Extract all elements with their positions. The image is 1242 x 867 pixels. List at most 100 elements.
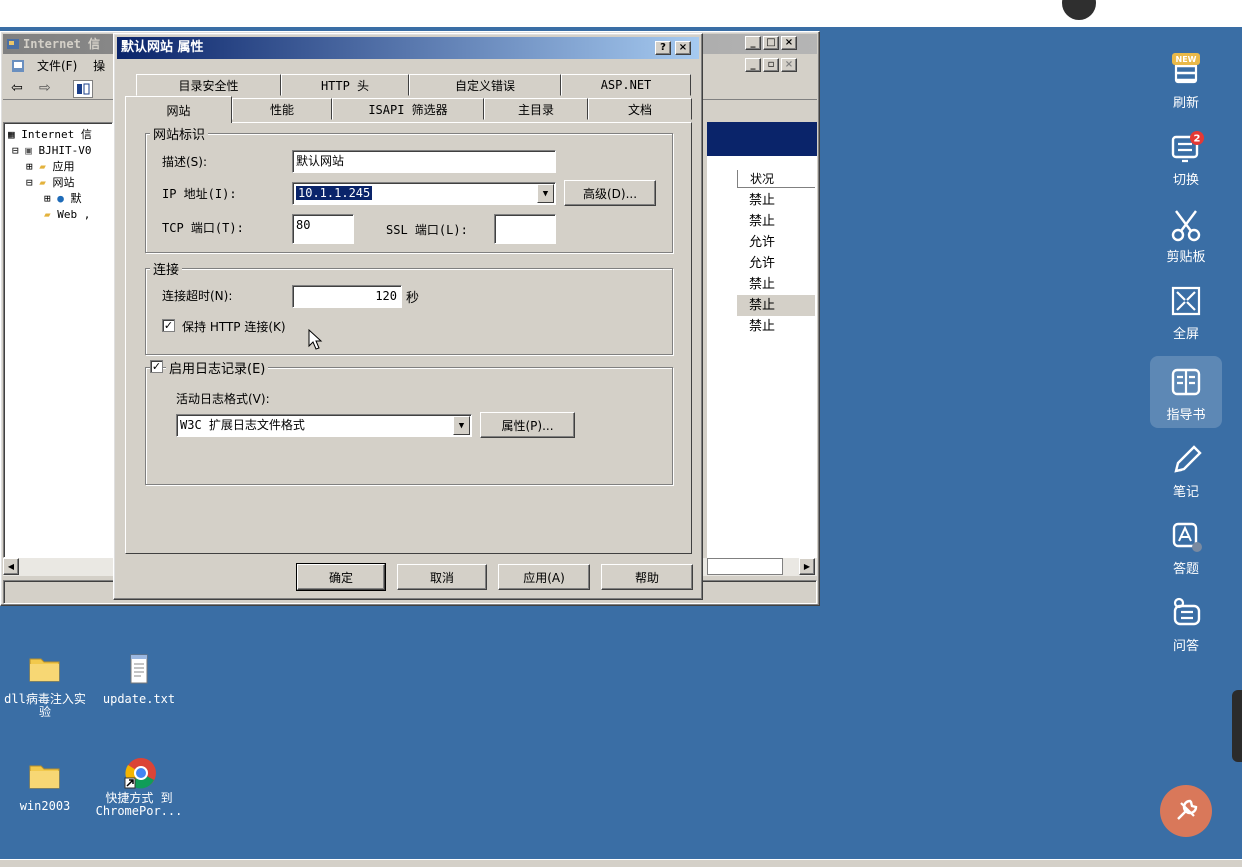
rail-switch[interactable]: 2 切换 [1150, 121, 1222, 193]
iis-close-button[interactable]: × [781, 36, 797, 50]
rail-fullscreen[interactable]: 全屏 [1150, 275, 1222, 347]
desktop-icon-label: update.txt [102, 692, 176, 706]
iis-maximize-button[interactable]: □ [763, 36, 779, 50]
taskbar[interactable] [0, 859, 1242, 867]
scrollbar-track[interactable] [707, 558, 783, 575]
tab-aspnet[interactable]: ASP.NET [561, 74, 691, 96]
rail-qa[interactable]: 问答 [1150, 587, 1222, 659]
ssl-port-input[interactable] [494, 214, 556, 244]
tab-isapi-filters[interactable]: ISAPI 筛选器 [332, 98, 484, 120]
menu-action[interactable]: 操 [93, 59, 105, 73]
timeout-label: 连接超时(N): [162, 289, 233, 303]
tab-website[interactable]: 网站 [125, 96, 232, 123]
dialog-close-button[interactable]: × [675, 41, 691, 55]
status-cell[interactable]: 禁止 [749, 211, 815, 232]
rail-answer[interactable]: 答题 [1150, 510, 1222, 582]
tree-expander-icon[interactable]: ⊟ [12, 144, 19, 157]
log-properties-button[interactable]: 属性(P)... [480, 412, 575, 438]
enable-logging-label[interactable]: 启用日志记录(E) [166, 358, 269, 377]
ssl-port-label: SSL 端口(L): [386, 223, 468, 237]
tree-expander-icon[interactable]: ⊟ [26, 176, 33, 189]
iis-list-pane[interactable]: 状况 禁止 禁止 允许 允许 禁止 禁止 禁止 [707, 122, 817, 558]
scroll-left-arrow-icon[interactable]: ◀ [3, 558, 19, 575]
help-button[interactable]: 帮助 [601, 564, 693, 590]
desktop-icon-win2003[interactable]: win2003 [0, 760, 90, 813]
iis-root-icon: ▦ [8, 128, 15, 141]
status-cell[interactable]: 允许 [749, 253, 815, 274]
status-cell[interactable]: 允许 [749, 232, 815, 253]
timeout-unit: 秒 [406, 291, 420, 306]
folder-icon: ▰ [39, 176, 46, 189]
desktop-icon-label: 快捷方式 到 ChromePor... [95, 791, 183, 818]
status-cell[interactable]: 禁止 [749, 274, 815, 295]
status-cell[interactable]: 禁止 [749, 190, 815, 211]
globe-icon: ● [57, 192, 64, 205]
cancel-button[interactable]: 取消 [397, 564, 487, 590]
apply-button[interactable]: 应用(A) [498, 564, 590, 590]
tcp-port-input[interactable]: 80 [292, 214, 354, 244]
rail-guidebook[interactable]: 指导书 [1150, 356, 1222, 428]
tab-directory-security[interactable]: 目录安全性 [136, 74, 281, 96]
tab-http-headers[interactable]: HTTP 头 [281, 74, 409, 96]
connections-label: 连接 [150, 259, 183, 278]
description-input[interactable]: 默认网站 [292, 150, 556, 173]
tree-expander-icon[interactable]: ⊞ [44, 192, 51, 205]
keep-alive-checkbox[interactable]: ✓ [162, 319, 175, 332]
ip-address-combo[interactable]: 10.1.1.245 ▼ [292, 182, 556, 205]
rail-notes[interactable]: 笔记 [1150, 433, 1222, 505]
dialog-title-bar[interactable]: 默认网站 属性 ? × [117, 37, 699, 59]
show-hide-tree-icon[interactable] [73, 80, 93, 98]
website-tab-panel: 网站标识 描述(S): 默认网站 IP 地址(I): 10.1.1.245 ▼ … [125, 122, 692, 554]
connections-group: 连接 连接超时(N): 120 秒 ✓ 保持 HTTP 连接(K) [145, 259, 673, 355]
chevron-down-icon[interactable]: ▼ [453, 416, 470, 435]
site-properties-dialog[interactable]: 默认网站 属性 ? × 目录安全性 HTTP 头 自定义错误 ASP.NET 网… [113, 33, 703, 600]
rail-label: 笔记 [1172, 485, 1199, 500]
iis-tree-pane[interactable]: ▦ Internet 信 ⊟ ▣ BJHIT-V0 ⊞ ▰ 应用 ⊟ ▰ 网站 … [3, 122, 113, 558]
desktop-icon-update-txt[interactable]: update.txt [94, 653, 184, 706]
keep-alive-label[interactable]: 保持 HTTP 连接(K) [182, 318, 286, 335]
tree-websites[interactable]: ⊟ ▰ 网站 [26, 175, 75, 191]
rail-label: 问答 [1172, 639, 1199, 654]
rail-label: 答题 [1172, 562, 1199, 577]
tree-root[interactable]: ▦ Internet 信 [8, 127, 92, 143]
tcp-port-label: TCP 端口(T): [162, 221, 244, 235]
child-minimize-button[interactable]: _ [745, 58, 761, 72]
tree-app-pools[interactable]: ⊞ ▰ 应用 [26, 159, 75, 175]
status-column-header[interactable]: 状况 [737, 170, 815, 188]
site-identity-group: 网站标识 描述(S): 默认网站 IP 地址(I): 10.1.1.245 ▼ … [145, 124, 673, 253]
tree-default-site[interactable]: ⊞ ● 默 [44, 191, 82, 207]
timeout-input[interactable]: 120 [292, 285, 402, 308]
menu-file[interactable]: 文件(F) [37, 59, 77, 73]
back-arrow-icon[interactable]: ⇦ [11, 80, 23, 96]
tree-web-extensions[interactable]: ▰ Web , [44, 207, 90, 223]
list-pane-banner [707, 122, 817, 156]
chevron-down-icon[interactable]: ▼ [537, 184, 554, 203]
rail-refresh[interactable]: NEW 刷新 [1150, 44, 1222, 116]
ok-button[interactable]: 确定 [296, 563, 386, 591]
scroll-right-arrow-icon[interactable]: ▶ [799, 558, 815, 575]
tab-performance[interactable]: 性能 [232, 98, 332, 120]
status-cell[interactable]: 禁止 [737, 295, 815, 316]
desktop-icon-chrome-shortcut[interactable]: 快捷方式 到 ChromePor... [94, 756, 184, 818]
dialog-help-button[interactable]: ? [655, 41, 671, 55]
status-cell[interactable]: 禁止 [749, 316, 815, 337]
child-restore-button[interactable]: ▫ [763, 58, 779, 72]
tree-server[interactable]: ⊟ ▣ BJHIT-V0 [12, 143, 91, 159]
child-close-button[interactable]: × [781, 58, 797, 72]
guidebook-icon [1166, 364, 1206, 402]
advanced-button[interactable]: 高级(D)... [564, 180, 656, 206]
tab-custom-errors[interactable]: 自定义错误 [409, 74, 561, 96]
forward-arrow-icon[interactable]: ⇨ [39, 80, 51, 96]
log-format-combo[interactable]: W3C 扩展日志文件格式 ▼ [176, 414, 472, 437]
tree-expander-icon[interactable]: ⊞ [26, 160, 33, 173]
folder-icon: ▰ [44, 208, 51, 221]
desktop-icon-dll-lab[interactable]: dll病毒注入实验 [0, 653, 90, 719]
floating-tool-button[interactable] [1160, 785, 1212, 837]
iis-minimize-button[interactable]: _ [745, 36, 761, 50]
tab-home-directory[interactable]: 主目录 [484, 98, 588, 120]
enable-logging-checkbox[interactable]: ✓ [150, 360, 163, 373]
wrench-icon [1172, 797, 1200, 825]
tab-documents[interactable]: 文档 [588, 98, 692, 120]
side-drawer-handle[interactable] [1232, 690, 1242, 762]
rail-clipboard[interactable]: 剪贴板 [1150, 198, 1222, 270]
